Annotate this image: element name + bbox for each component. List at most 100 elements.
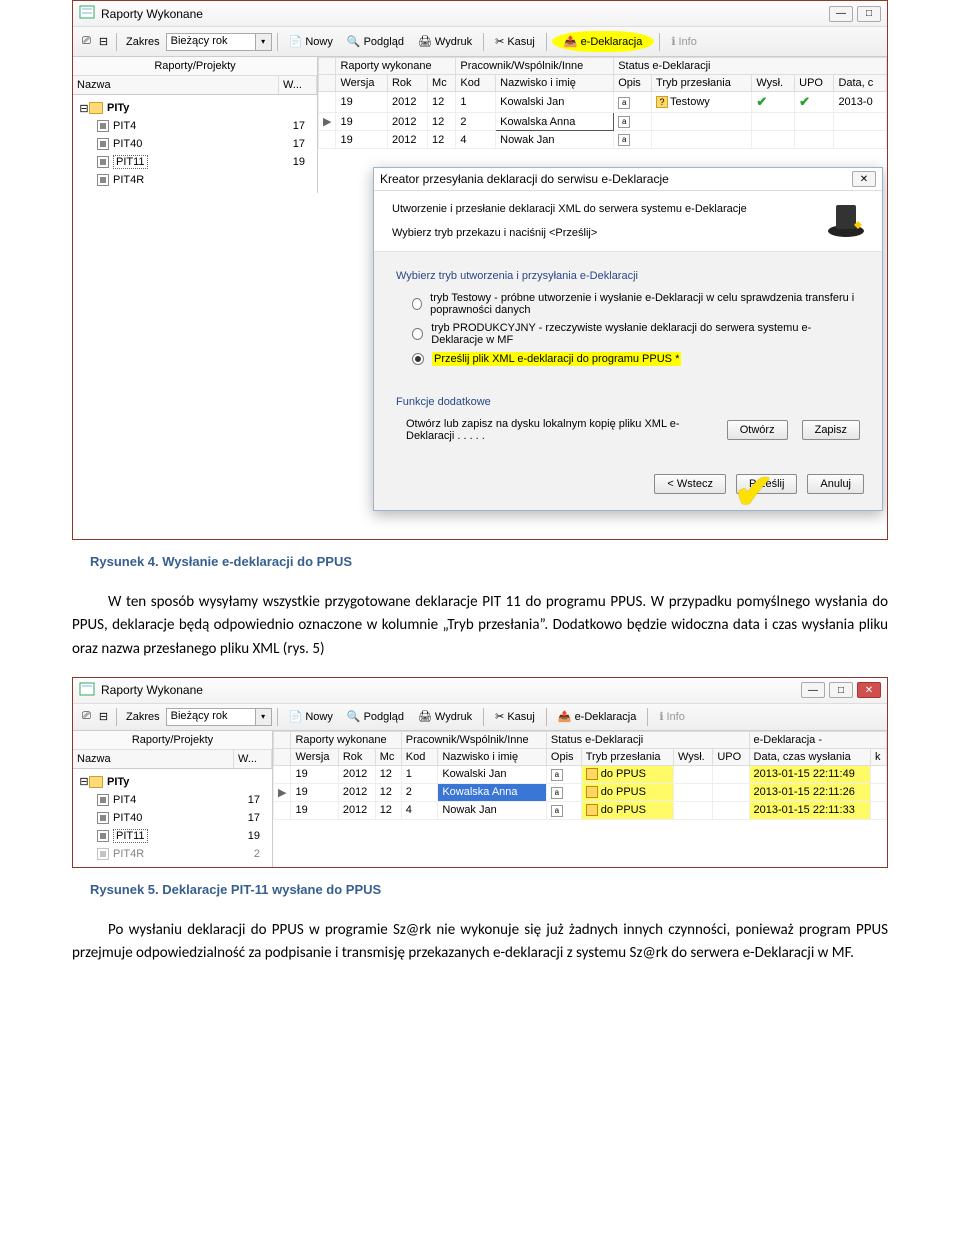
radio-icon[interactable] [412,298,422,310]
radio-produkcyjny[interactable]: tryb PRODUKCYJNY - rzeczywiste wysłanie … [412,322,860,346]
form-icon [97,848,109,860]
edeklaracja-button[interactable]: 📤e-Deklaracja [552,708,642,725]
tree-expand-icon[interactable]: ⎚ [79,710,94,723]
preview-icon: 🔍 [347,35,361,48]
tree-item-selected[interactable]: PIT1119 [79,827,266,845]
new-icon: 📄 [289,710,303,723]
figure-caption-4: Rysunek 4. Wysłanie e-deklaracji do PPUS [90,554,870,569]
wizard-line2: Wybierz tryb przekazu i naciśnij <Prześl… [392,227,864,239]
delete-button[interactable]: ✂Kasuj [489,33,541,50]
grid-row[interactable]: 19201212 4Nowak Jan a do PPUS 2013-01-15… [274,801,887,819]
grid-row-selected[interactable]: ▶ 19201212 2Kowalska Anna a [319,113,887,131]
wizard-hat-icon [824,199,868,239]
wizard-section2-title: Funkcje dodatkowe [396,396,860,408]
projects-tree[interactable]: ⊟ PITy PIT417 PIT4017 PIT1119 PIT4R [73,95,317,193]
preview-button[interactable]: 🔍Podgląd [341,33,410,50]
grid-row-selected[interactable]: ▶ 19201212 2Kowalska Anna a do PPUS 2013… [274,783,887,801]
reports-grid-panel: Raporty wykonane Pracownik/Wspólnik/Inne… [273,731,887,867]
tree-item[interactable]: PIT417 [79,791,266,809]
chevron-down-icon[interactable]: ▾ [256,33,272,51]
chevron-down-icon[interactable]: ▾ [256,708,272,726]
edeklaracja-icon: 📤 [564,35,578,48]
minimize-button[interactable]: — [801,682,825,698]
wizard-func-text: Otwórz lub zapisz na dysku lokalnym kopi… [406,418,713,442]
projects-header: Raporty/Projekty [73,731,272,750]
cancel-button[interactable]: Anuluj [807,474,864,494]
info-icon: ℹ [659,710,663,723]
form-icon [97,156,109,168]
send-icon [586,804,598,816]
wizard-dialog: Kreator przesyłania deklaracji do serwis… [373,167,883,511]
tree-root[interactable]: ⊟ PITy [79,99,311,117]
print-button[interactable]: 🖨Wydruk [412,33,478,50]
range-label: Zakres [126,711,160,723]
send-icon [586,786,598,798]
grid-row[interactable]: 19201212 4Nowak Jan a [319,131,887,149]
info-button[interactable]: ℹInfo [665,33,703,50]
tree-item[interactable]: PIT4R [79,171,311,189]
form-icon [97,812,109,824]
grid-row[interactable]: 19201212 1Kowalski Jan a ?Testowy ✔✔2013… [319,92,887,113]
info-button[interactable]: ℹInfo [653,708,691,725]
delete-button[interactable]: ✂Kasuj [489,708,541,725]
tree-collapse-icon[interactable]: ⊟ [96,710,111,723]
tree-item[interactable]: PIT4017 [79,135,311,153]
edeklaracja-button[interactable]: 📤e-Deklaracja [558,33,648,50]
new-button[interactable]: 📄Nowy [283,33,339,50]
reports-grid[interactable]: Raporty wykonane Pracownik/Wspólnik/Inne… [273,731,887,820]
projects-panel: Raporty/Projekty NazwaW... ⊟PITy PIT417 … [73,731,273,867]
back-button[interactable]: < Wstecz [654,474,726,494]
tree-collapse-icon[interactable]: ⊟ [96,35,111,48]
screenshot-1: Raporty Wykonane — □ ⎚ ⊟ Zakres Bieżący … [72,0,888,540]
tree-item[interactable]: PIT4017 [79,809,266,827]
note-icon[interactable]: a [551,805,563,817]
app-icon [79,681,101,700]
reports-grid[interactable]: Raporty wykonane Pracownik/Wspólnik/Inne… [318,57,887,149]
projects-columns: Nazwa W... [73,76,317,95]
window-titlebar: Raporty Wykonane — □ [73,1,887,27]
radio-icon-checked[interactable] [412,353,424,365]
save-button[interactable]: Zapisz [802,420,860,440]
note-icon[interactable]: a [618,134,630,146]
grid-row[interactable]: 19201212 1Kowalski Jan a do PPUS 2013-01… [274,765,887,783]
screenshot-2: Raporty Wykonane — □ ✕ ⎚ ⊟ Zakres Bieżąc… [72,677,888,868]
range-combo[interactable]: Bieżący rok ▾ [166,708,272,726]
open-button[interactable]: Otwórz [727,420,788,440]
print-button[interactable]: 🖨Wydruk [412,708,478,725]
note-icon[interactable]: a [551,787,563,799]
figure-caption-5: Rysunek 5. Deklaracje PIT-11 wysłane do … [90,882,870,897]
note-icon[interactable]: a [618,116,630,128]
note-icon[interactable]: a [551,769,563,781]
app-icon [79,4,101,23]
body-paragraph-2: Po wysłaniu deklaracji do PPUS w program… [72,919,888,966]
close-button[interactable]: ✕ [857,682,881,698]
close-icon[interactable]: ✕ [852,171,876,187]
range-combo[interactable]: Bieżący rok ▾ [166,33,272,51]
tree-item[interactable]: PIT417 [79,117,311,135]
note-icon[interactable]: a [618,97,630,109]
minimize-button[interactable]: — [829,6,853,22]
projects-tree[interactable]: ⊟PITy PIT417 PIT4017 PIT1119 PIT4R2 [73,769,272,867]
maximize-button[interactable]: □ [829,682,853,698]
tree-root[interactable]: ⊟PITy [79,773,266,791]
send-button[interactable]: Prześlij [736,474,797,494]
preview-button[interactable]: 🔍Podgląd [341,708,410,725]
new-icon: 📄 [289,35,303,48]
maximize-button[interactable]: □ [857,6,881,22]
radio-icon[interactable] [412,328,423,340]
tree-item-selected[interactable]: PIT1119 [79,153,311,171]
edeklaracja-icon: 📤 [558,710,572,723]
tree-item[interactable]: PIT4R2 [79,845,266,863]
projects-header: Raporty/Projekty [73,57,317,76]
wizard-line1: Utworzenie i przesłanie deklaracji XML d… [392,203,864,215]
new-button[interactable]: 📄Nowy [283,708,339,725]
radio-testowy[interactable]: tryb Testowy - próbne utworzenie i wysła… [412,292,860,316]
form-icon [97,830,109,842]
main-toolbar: ⎚ ⊟ Zakres Bieżący rok ▾ 📄Nowy 🔍Podgląd … [73,704,887,731]
projects-panel: Raporty/Projekty Nazwa W... ⊟ PITy PIT41… [73,57,318,193]
window-titlebar: Raporty Wykonane — □ ✕ [73,678,887,704]
radio-ppus[interactable]: Prześlij plik XML e-deklaracji do progra… [412,352,860,366]
highlight-edeklaracja: 📤e-Deklaracja [552,31,654,52]
tree-expand-icon[interactable]: ⎚ [79,35,94,48]
main-toolbar: ⎚ ⊟ Zakres Bieżący rok ▾ 📄Nowy 🔍Podgląd … [73,27,887,57]
